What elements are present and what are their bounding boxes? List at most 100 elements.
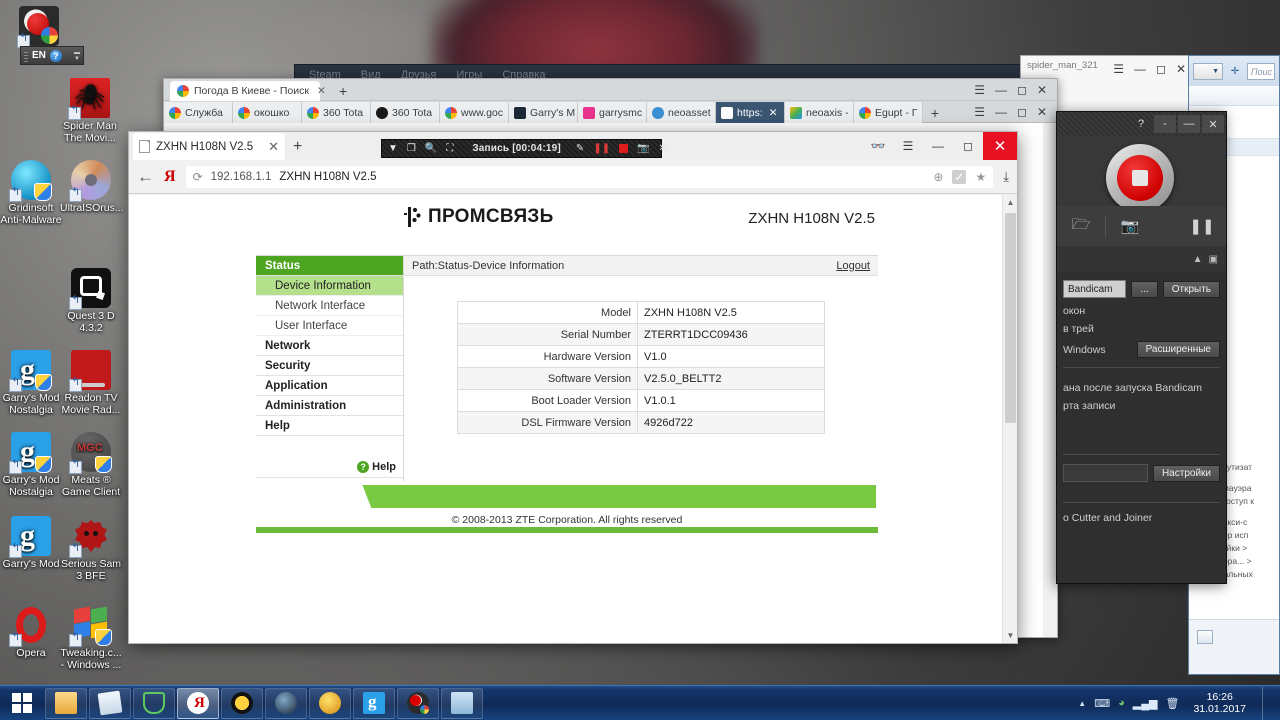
chrome-tab-egupt[interactable]: Egupt - Г xyxy=(854,102,923,123)
output-folder-field[interactable]: Bandicam xyxy=(1063,280,1127,298)
language-bar-code[interactable]: EN xyxy=(32,50,46,61)
chrome-tab-close-icon[interactable]: ✕ xyxy=(310,81,330,101)
chrome-tab-garrysmod-org[interactable]: garrysmc xyxy=(578,102,647,123)
desktop-icon-spider-man[interactable]: 🕷 Spider Man The Movi... xyxy=(59,78,121,144)
chrome-tab-garrys-mod[interactable]: Garry's M xyxy=(509,102,578,123)
desktop-icon-readon-tv[interactable]: Readon TV Movie Rad... xyxy=(60,350,122,416)
chrome-tab-weather[interactable]: Погода В Киеве - Поиск xyxy=(170,81,320,101)
bookmark-star-icon[interactable]: ★ xyxy=(975,170,986,184)
desktop-icon-gmod-nostalgia[interactable]: g Garry's Mod Nostalgia xyxy=(0,350,62,416)
network-icon[interactable]: ▂▄▆ xyxy=(1133,697,1158,710)
gmod-taskbar-button[interactable]: g xyxy=(353,687,395,719)
reload-icon[interactable]: ⟳ xyxy=(193,170,203,184)
folder-icon[interactable]: 🗁 xyxy=(1057,214,1105,239)
explorer-view-button[interactable] xyxy=(1197,630,1213,644)
menu-icon[interactable]: ☰ xyxy=(974,83,985,97)
explorer-column-header[interactable] xyxy=(1189,86,1279,106)
record-stop-button[interactable] xyxy=(1106,144,1174,212)
camera-icon[interactable]: 📷 xyxy=(1106,217,1154,235)
yandex-browser-window[interactable]: ZXHN H108N V2.5 ✕ + 👓 ☰ — ◻ ✕ ← Я ⟳ 192.… xyxy=(128,131,1018,644)
maximize-icon[interactable]: ◻ xyxy=(953,132,983,160)
chrome-tab-https-active[interactable]: https: ✕ xyxy=(716,102,785,123)
back-button[interactable]: ← xyxy=(137,167,154,187)
close-icon[interactable]: ✕ xyxy=(983,132,1017,160)
minimize-icon[interactable]: — xyxy=(995,105,1007,119)
output-folder-row[interactable]: Bandicam ... Открыть xyxy=(1063,280,1220,298)
reader-icon[interactable]: ✓ xyxy=(952,169,967,184)
minimize-icon[interactable]: — xyxy=(923,132,953,160)
sidebar-item-help[interactable]: Help xyxy=(256,416,403,436)
sidebar-item-device-information[interactable]: Device Information xyxy=(256,276,403,296)
desktop-icon-gridinsoft[interactable]: Gridinsoft Anti-Malware xyxy=(0,160,62,226)
chrome-tab-neoassets[interactable]: neoasset xyxy=(647,102,716,123)
yandex-taskbar-button[interactable]: Я xyxy=(177,687,219,719)
close-icon[interactable]: ✕ xyxy=(1202,115,1224,133)
windows-start-button[interactable] xyxy=(0,687,44,720)
desktop-icon-tweaking-windows-repair[interactable]: Tweaking.c... - Windows ... xyxy=(60,605,122,671)
bandicam-tab-row[interactable]: ▲ ▣ xyxy=(1057,246,1226,272)
chrome-tab-sluzhba[interactable]: Служба xyxy=(164,102,233,123)
taskbar[interactable]: Я g ▲ ⌨ ◕ ▂▄▆ 🗑 16:26 31.01.2017 xyxy=(0,685,1280,720)
globe-icon[interactable]: ⊕ xyxy=(933,170,943,184)
yandex-new-tab-button[interactable]: + xyxy=(293,138,302,156)
logout-link[interactable]: Logout xyxy=(836,260,870,272)
format-field[interactable] xyxy=(1063,464,1148,482)
record-icon[interactable] xyxy=(619,144,629,153)
chrome-new-tab-button[interactable]: + xyxy=(332,81,352,101)
close-icon[interactable]: ✕ xyxy=(659,143,667,154)
show-desktop-button[interactable] xyxy=(1262,686,1274,720)
chevron-down-icon[interactable]: ▬ ▼ xyxy=(74,50,80,62)
maximize-icon[interactable]: ◻ xyxy=(1017,105,1027,119)
menu-icon[interactable]: ☰ xyxy=(893,132,923,160)
address-bar[interactable]: ⟳ 192.168.1.1 ZXHN H108N V2.5 ⊕ ✓ ★ xyxy=(185,165,994,188)
chevron-up-icon[interactable]: ▲ xyxy=(1193,254,1203,265)
sidebar-item-network[interactable]: Network xyxy=(256,336,403,356)
menu-icon[interactable]: ☰ xyxy=(974,105,985,119)
address-bar-icons[interactable]: ⊕ ✓ ★ xyxy=(933,169,986,184)
yandex-logo-icon[interactable]: Я xyxy=(164,168,176,186)
battery-icon[interactable]: 🗑 xyxy=(1165,697,1179,710)
pencil-icon[interactable]: ✎ xyxy=(576,143,584,154)
desktop-icon-ultraiso[interactable]: UltraISOrus... xyxy=(60,160,124,215)
bandicam-window[interactable]: ? - — ✕ 🗁 📷 ❚❚ ▲ ▣ Bandicam ... Открыть … xyxy=(1056,111,1227,584)
pin-icon[interactable]: - xyxy=(1154,115,1176,133)
cutter-joiner-link[interactable]: o Cutter and Joiner xyxy=(1063,512,1220,524)
photos-taskbar-button[interactable] xyxy=(441,687,483,719)
minimize-icon[interactable]: — xyxy=(995,83,1007,97)
yandex-toolbar[interactable]: ← Я ⟳ 192.168.1.1 ZXHN H108N V2.5 ⊕ ✓ ★ … xyxy=(129,160,1017,194)
region-icon[interactable]: ⛶ xyxy=(446,143,453,154)
desktop-icon-garrys-mod[interactable]: g Garry's Mod xyxy=(0,516,62,571)
close-icon[interactable]: ✕ xyxy=(769,107,778,119)
drag-grip-icon[interactable] xyxy=(24,49,28,62)
desktop-icon-quest3d[interactable]: Quest 3 D 4.3.2 xyxy=(60,268,122,334)
maximize-icon[interactable]: ◻ xyxy=(1156,62,1166,76)
chrome-window-controls-row2[interactable]: ☰ — ◻ ✕ xyxy=(974,101,1055,123)
advanced-row[interactable]: Windows Расширенные xyxy=(1063,341,1220,358)
sidebar-item-user-interface[interactable]: User Interface xyxy=(256,316,403,336)
notepad-taskbar-button[interactable] xyxy=(89,687,131,719)
chrome-tabstrip-row1[interactable]: Погода В Киеве - Поиск ✕ + ☰ — ◻ ✕ xyxy=(164,79,1057,101)
sidebar-item-security[interactable]: Security xyxy=(256,356,403,376)
desktop-icon-serious-sam[interactable]: Serious Sam 3 BFE xyxy=(60,516,122,582)
yandex-window-controls[interactable]: 👓 ☰ — ◻ ✕ xyxy=(863,132,1017,160)
help-icon[interactable]: ? xyxy=(1130,115,1152,133)
explorer-path-dropdown[interactable]: ▼ xyxy=(1193,62,1223,80)
pause-icon[interactable]: ❚❚ xyxy=(593,143,610,154)
explorer-search-input[interactable]: Поис xyxy=(1247,62,1275,80)
magnifier-icon[interactable]: 🔍 xyxy=(425,143,437,154)
desktop-icon-meats-game-client[interactable]: MGC Meats ® Game Client xyxy=(60,432,122,498)
chrome-tab-360total-a[interactable]: 360 Tota xyxy=(302,102,371,123)
help-icon[interactable]: ? xyxy=(49,49,62,62)
settings-taskbar-button[interactable] xyxy=(221,687,263,719)
close-icon[interactable]: ✕ xyxy=(1037,105,1047,119)
chrome-tab-neoaxis[interactable]: neoaxis - xyxy=(785,102,854,123)
minimize-icon[interactable]: — xyxy=(1134,62,1146,76)
close-icon[interactable]: ✕ xyxy=(268,139,279,155)
close-icon[interactable]: ✕ xyxy=(1037,83,1047,97)
downloads-icon[interactable]: ⤓ xyxy=(1003,169,1009,185)
sidebar-item-administration[interactable]: Administration xyxy=(256,396,403,416)
close-icon[interactable]: ✕ xyxy=(1176,62,1186,76)
system-tray[interactable]: ▲ ⌨ ◕ ▂▄▆ 🗑 16:26 31.01.2017 xyxy=(1078,686,1280,720)
adguard-taskbar-button[interactable] xyxy=(133,687,175,719)
chrome-window-controls-row1[interactable]: ☰ — ◻ ✕ xyxy=(974,79,1055,101)
